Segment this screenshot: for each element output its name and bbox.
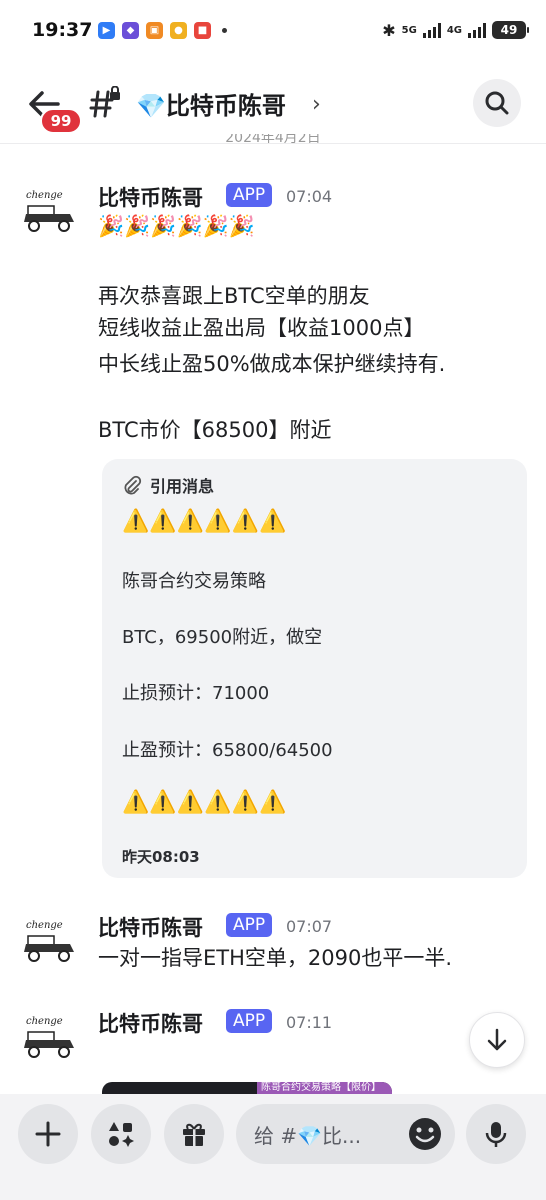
- avatar[interactable]: chenge: [20, 1010, 78, 1068]
- quote-header: 引用消息: [122, 473, 214, 497]
- message-input[interactable]: 给 #💎比...: [236, 1104, 455, 1164]
- add-attachment-button[interactable]: [18, 1104, 78, 1164]
- channel-title[interactable]: 💎比特币陈哥: [136, 86, 286, 121]
- header-divider: [0, 143, 546, 144]
- unread-count-badge: 99: [40, 108, 82, 134]
- locked-hash-icon: [88, 85, 124, 122]
- plus-icon: [35, 1121, 61, 1147]
- quoted-message-card[interactable]: 引用消息 ⚠️⚠️⚠️⚠️⚠️⚠️ 陈哥合约交易策略 BTC，69500附近，做…: [102, 459, 527, 878]
- message-composer: 给 #💎比...: [0, 1094, 546, 1200]
- image-preview[interactable]: 陈哥合约交易策略【限价】: [102, 1082, 392, 1094]
- status-bar: 19:37 ▶ ◆ ▣ ● ■ ✱ 5G 4G 49: [0, 0, 546, 60]
- svg-text:chenge: chenge: [26, 190, 63, 201]
- bluetooth-icon: ✱: [382, 20, 396, 40]
- quote-timestamp: 昨天08:03: [122, 848, 200, 866]
- message-line: BTC市价【68500】附近: [98, 418, 332, 442]
- date-divider: 2024年4月2日: [225, 134, 321, 146]
- quote-line: 止盈预计：65800/64500: [122, 740, 333, 761]
- quote-line: 止损预计：71000: [122, 683, 270, 704]
- status-indicators: ✱ 5G 4G 49: [382, 20, 529, 40]
- message-author[interactable]: 比特币陈哥: [98, 1008, 203, 1038]
- message-timestamp: 07:04: [286, 187, 333, 206]
- message-line: 中长线止盈50%做成本保护继续持有.: [98, 352, 446, 376]
- quote-title: 引用消息: [150, 477, 215, 496]
- warning-icons: ⚠️⚠️⚠️⚠️⚠️⚠️: [122, 790, 287, 815]
- search-icon: [485, 91, 509, 115]
- app-notification-icon: ▶: [98, 21, 115, 39]
- quote-line: BTC，69500附近，做空: [122, 627, 323, 648]
- chevron-right-icon[interactable]: ›: [312, 92, 321, 117]
- voice-message-button[interactable]: [466, 1104, 526, 1164]
- emoji-icon: [409, 1118, 441, 1150]
- arrow-down-icon: [487, 1028, 507, 1051]
- message-line: 一对一指导ETH空单，2090也平一半.: [98, 946, 453, 970]
- app-notification-icon: ▣: [146, 21, 163, 39]
- app-badge: APP: [226, 183, 273, 207]
- app-notification-icon: ■: [194, 21, 211, 39]
- more-notifications-dot: [222, 27, 227, 33]
- gift-icon: [183, 1123, 205, 1146]
- message-timestamp: 07:11: [286, 1013, 333, 1032]
- paperclip-icon: [124, 475, 142, 495]
- message-emoji-line: 🎉🎉🎉🎉🎉🎉: [98, 214, 255, 238]
- network-label-4g: 4G: [446, 24, 462, 36]
- signal-icon: [468, 22, 486, 38]
- channel-header: 99 💎比特币陈哥 ›: [0, 62, 546, 144]
- avatar[interactable]: chenge: [20, 184, 78, 242]
- message-author[interactable]: 比特币陈哥: [98, 182, 203, 212]
- apps-button[interactable]: [91, 1104, 151, 1164]
- message-author[interactable]: 比特币陈哥: [98, 912, 203, 942]
- microphone-icon: [485, 1122, 507, 1147]
- app-notification-icon: ●: [170, 21, 187, 39]
- avatar[interactable]: chenge: [20, 914, 78, 972]
- preview-caption: 陈哥合约交易策略【限价】: [257, 1082, 392, 1094]
- app-notification-icon: ◆: [122, 21, 139, 39]
- svg-text:chenge: chenge: [26, 1016, 63, 1027]
- message-line: 短线收益止盈出局【收益1000点】: [98, 316, 425, 340]
- scroll-to-bottom-button[interactable]: [469, 1012, 525, 1068]
- signal-icon: [422, 22, 441, 38]
- status-time: 19:37: [32, 19, 93, 41]
- message-timestamp: 07:07: [286, 917, 333, 936]
- status-app-icons: ▶ ◆ ▣ ● ■: [98, 21, 227, 39]
- search-button[interactable]: [473, 79, 521, 127]
- quote-line: 陈哥合约交易策略: [122, 571, 266, 592]
- gift-button[interactable]: [164, 1104, 224, 1164]
- app-badge: APP: [226, 913, 273, 937]
- warning-icons: ⚠️⚠️⚠️⚠️⚠️⚠️: [122, 509, 287, 534]
- message-input-placeholder: 给 #💎比...: [254, 1123, 362, 1148]
- emoji-button[interactable]: [407, 1116, 443, 1152]
- message-line: 再次恭喜跟上BTC空单的朋友: [98, 284, 370, 308]
- svg-text:chenge: chenge: [26, 920, 63, 931]
- app-badge: APP: [226, 1009, 273, 1033]
- apps-icon: [109, 1122, 134, 1147]
- battery-icon: 49: [492, 21, 529, 39]
- network-label-5g: 5G: [401, 24, 417, 36]
